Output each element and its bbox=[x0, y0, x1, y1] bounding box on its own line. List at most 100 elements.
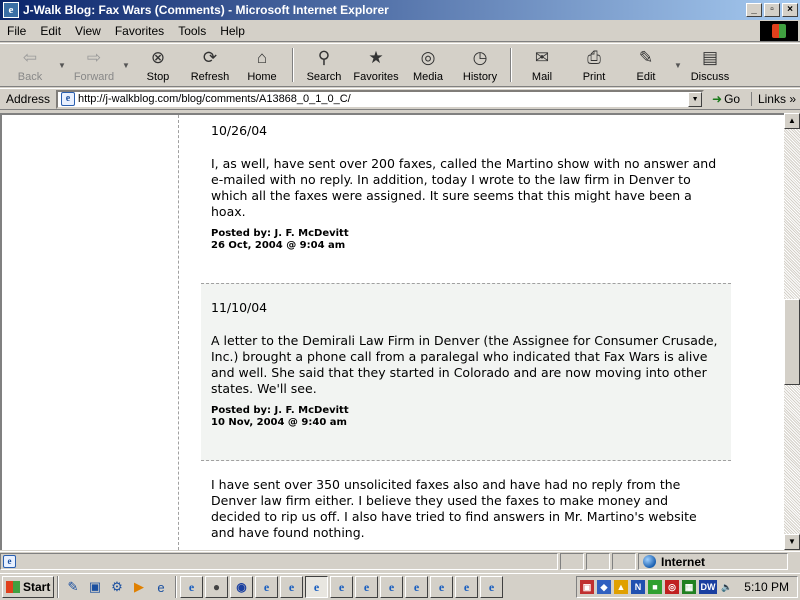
clock: 5:10 PM bbox=[744, 580, 789, 594]
start-button[interactable]: Start bbox=[2, 576, 54, 598]
tray-app-icon[interactable]: ■ bbox=[648, 580, 662, 594]
refresh-button[interactable]: ⟳ Refresh bbox=[184, 44, 236, 86]
back-button[interactable]: ⇦ Back bbox=[4, 44, 56, 86]
menu-tools[interactable]: Tools bbox=[171, 24, 213, 38]
minimize-button[interactable]: _ bbox=[746, 3, 762, 17]
favorites-button[interactable]: ★ Favorites bbox=[350, 44, 402, 86]
search-button[interactable]: ⚲ Search bbox=[298, 44, 350, 86]
stop-icon: ⊗ bbox=[150, 48, 166, 67]
stop-button[interactable]: ⊗ Stop bbox=[132, 44, 184, 86]
scroll-down-button[interactable]: ▼ bbox=[784, 534, 800, 550]
address-input[interactable]: e http://j-walkblog.com/blog/comments/A1… bbox=[56, 89, 705, 109]
windows-logo-icon bbox=[760, 21, 798, 41]
task-ie-window[interactable]: e bbox=[355, 576, 378, 598]
comment: 10/26/04 I, as well, have sent over 200 … bbox=[201, 123, 731, 283]
back-dropdown[interactable]: ▼ bbox=[56, 44, 68, 86]
menu-favorites[interactable]: Favorites bbox=[108, 24, 171, 38]
close-button[interactable]: × bbox=[782, 3, 798, 17]
forward-arrow-icon: ⇨ bbox=[86, 48, 102, 67]
menu-edit[interactable]: Edit bbox=[33, 24, 68, 38]
comment: 11/10/04 A letter to the Demirali Law Fi… bbox=[201, 283, 731, 461]
history-button[interactable]: ◷ History bbox=[454, 44, 506, 86]
task-app-window[interactable]: ● bbox=[205, 576, 228, 598]
edit-dropdown[interactable]: ▼ bbox=[672, 44, 684, 86]
window-title: J-Walk Blog: Fax Wars (Comments) - Micro… bbox=[23, 3, 389, 17]
comment-date: 11/10/04 bbox=[211, 300, 268, 315]
task-app-window[interactable]: ◉ bbox=[230, 576, 253, 598]
comment-body: I have sent over 350 unsolicited faxes a… bbox=[211, 477, 697, 540]
task-ie-window[interactable]: e bbox=[330, 576, 353, 598]
mail-button[interactable]: ✉ Mail bbox=[516, 44, 568, 86]
task-ie-window[interactable]: e bbox=[480, 576, 503, 598]
task-ie-window-active[interactable]: e bbox=[305, 576, 328, 598]
tray-app-icon[interactable]: ▲ bbox=[614, 580, 628, 594]
page-icon: e bbox=[61, 92, 76, 106]
page-status-icon: e bbox=[3, 555, 16, 568]
forward-dropdown[interactable]: ▼ bbox=[120, 44, 132, 86]
menu-view[interactable]: View bbox=[68, 24, 108, 38]
tray-app-icon[interactable]: ◆ bbox=[597, 580, 611, 594]
comment-timestamp: 10 Nov, 2004 @ 9:40 am bbox=[211, 417, 347, 428]
mail-icon: ✉ bbox=[534, 48, 550, 67]
search-icon: ⚲ bbox=[317, 48, 331, 67]
tray-app-icon[interactable]: ▣ bbox=[580, 580, 594, 594]
task-ie-window[interactable]: e bbox=[380, 576, 403, 598]
printer-icon: ⎙ bbox=[587, 48, 601, 67]
task-ie-window[interactable]: e bbox=[430, 576, 453, 598]
address-dropdown[interactable]: ▼ bbox=[688, 91, 703, 107]
scroll-thumb[interactable] bbox=[784, 299, 800, 385]
menu-file[interactable]: File bbox=[0, 24, 33, 38]
comment-timestamp: 26 Oct, 2004 @ 9:04 am bbox=[211, 240, 346, 251]
menu-bar: File Edit View Favorites Tools Help bbox=[0, 20, 800, 42]
vertical-scrollbar[interactable]: ▲ ▼ bbox=[784, 113, 800, 550]
globe-icon bbox=[643, 555, 656, 568]
address-url[interactable]: http://j-walkblog.com/blog/comments/A138… bbox=[78, 93, 351, 105]
home-button[interactable]: ⌂ Home bbox=[236, 44, 288, 86]
print-button[interactable]: ⎙ Print bbox=[568, 44, 620, 86]
status-bar: e Internet bbox=[0, 551, 800, 571]
comment: I have sent over 350 unsolicited faxes a… bbox=[201, 477, 731, 541]
comment-body: A letter to the Demirali Law Firm in Den… bbox=[211, 333, 718, 396]
address-label: Address bbox=[6, 92, 51, 106]
tray-app-icon[interactable]: ◎ bbox=[665, 580, 679, 594]
links-button[interactable]: Links » bbox=[750, 92, 796, 106]
page-content: 10/26/04 I, as well, have sent over 200 … bbox=[0, 113, 784, 550]
windows-flag-icon bbox=[6, 581, 20, 593]
status-text: e bbox=[0, 553, 558, 570]
task-ie-window[interactable]: e bbox=[280, 576, 303, 598]
ie-icon: e bbox=[3, 2, 19, 18]
maximize-button[interactable]: ▫ bbox=[764, 3, 780, 17]
title-bar: e J-Walk Blog: Fax Wars (Comments) - Mic… bbox=[0, 0, 800, 20]
volume-icon[interactable]: 🔈 bbox=[720, 580, 734, 594]
tray-app-icon[interactable]: N bbox=[631, 580, 645, 594]
history-icon: ◷ bbox=[472, 48, 488, 67]
task-ie-window[interactable]: e bbox=[255, 576, 278, 598]
edit-button[interactable]: ✎ Edit bbox=[620, 44, 672, 86]
discuss-button[interactable]: ▤ Discuss bbox=[684, 44, 736, 86]
sidebar-divider bbox=[178, 115, 179, 550]
media-button[interactable]: ◎ Media bbox=[402, 44, 454, 86]
scroll-up-button[interactable]: ▲ bbox=[784, 113, 800, 129]
quicklaunch-ie-icon[interactable]: e bbox=[150, 577, 172, 597]
taskbar: Start ✎ ▣ ⚙ ▶ e e ● ◉ e e e e e e e e e … bbox=[0, 573, 800, 600]
tray-app-icon[interactable]: DW bbox=[699, 580, 717, 594]
quicklaunch-desktop-icon[interactable]: ▣ bbox=[84, 577, 106, 597]
comment-author: Posted by: J. F. McDevitt bbox=[211, 228, 349, 239]
back-arrow-icon: ⇦ bbox=[22, 48, 38, 67]
media-icon: ◎ bbox=[420, 48, 436, 67]
tray-app-icon[interactable]: ▦ bbox=[682, 580, 696, 594]
comment-date: 10/26/04 bbox=[211, 123, 268, 138]
quicklaunch-media-icon[interactable]: ▶ bbox=[128, 577, 150, 597]
system-tray: ▣ ◆ ▲ N ■ ◎ ▦ DW 🔈 5:10 PM bbox=[576, 576, 798, 598]
menu-help[interactable]: Help bbox=[213, 24, 252, 38]
task-ie-window[interactable]: e bbox=[180, 576, 203, 598]
task-ie-window[interactable]: e bbox=[455, 576, 478, 598]
quicklaunch-app-icon[interactable]: ⚙ bbox=[106, 577, 128, 597]
task-ie-window[interactable]: e bbox=[405, 576, 428, 598]
comment-body: I, as well, have sent over 200 faxes, ca… bbox=[211, 156, 717, 219]
refresh-icon: ⟳ bbox=[202, 48, 218, 67]
forward-button[interactable]: ⇨ Forward bbox=[68, 44, 120, 86]
go-button[interactable]: ➜ Go bbox=[712, 92, 740, 106]
discuss-icon: ▤ bbox=[701, 48, 719, 67]
quicklaunch-app-icon[interactable]: ✎ bbox=[62, 577, 84, 597]
